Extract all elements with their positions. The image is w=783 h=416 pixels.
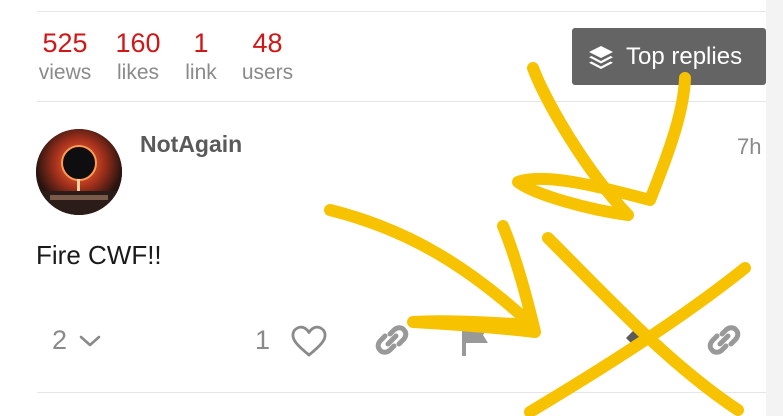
stat-likes-number: 160 [115, 28, 161, 58]
chevron-down-icon [79, 335, 101, 346]
top-replies-label: Top replies [626, 42, 743, 70]
top-replies-button[interactable]: Top replies [572, 28, 766, 85]
show-replies-button[interactable]: 2 [52, 325, 101, 356]
stat-views-number: 525 [42, 28, 88, 58]
avatar[interactable] [36, 129, 122, 215]
stat-links: 1 link [183, 28, 219, 86]
reply-icon[interactable] [622, 322, 660, 360]
stat-views-label: views [38, 61, 92, 84]
stat-users: 48 users [239, 28, 296, 86]
stat-likes: 160 likes [112, 28, 164, 86]
top-divider [37, 11, 766, 12]
username[interactable]: NotAgain [140, 131, 242, 158]
layers-icon [589, 45, 613, 69]
stat-users-number: 48 [252, 28, 283, 58]
link-icon[interactable] [374, 322, 410, 358]
stat-views: 525 views [37, 28, 93, 86]
post-time[interactable]: 7h [737, 134, 761, 160]
stat-links-number: 1 [193, 28, 209, 58]
stats-divider [37, 101, 766, 102]
like-count: 1 [255, 325, 271, 355]
flag-icon[interactable] [458, 322, 494, 358]
heart-icon[interactable] [290, 324, 328, 358]
stat-likes-label: likes [116, 61, 159, 84]
share-link-icon[interactable] [706, 322, 742, 358]
reply-count: 2 [52, 325, 68, 355]
scrollbar[interactable] [766, 0, 783, 416]
post-divider [37, 392, 766, 393]
post-body: Fire CWF!! [36, 240, 162, 270]
stat-links-label: link [185, 61, 217, 84]
stat-users-label: users [241, 61, 294, 84]
